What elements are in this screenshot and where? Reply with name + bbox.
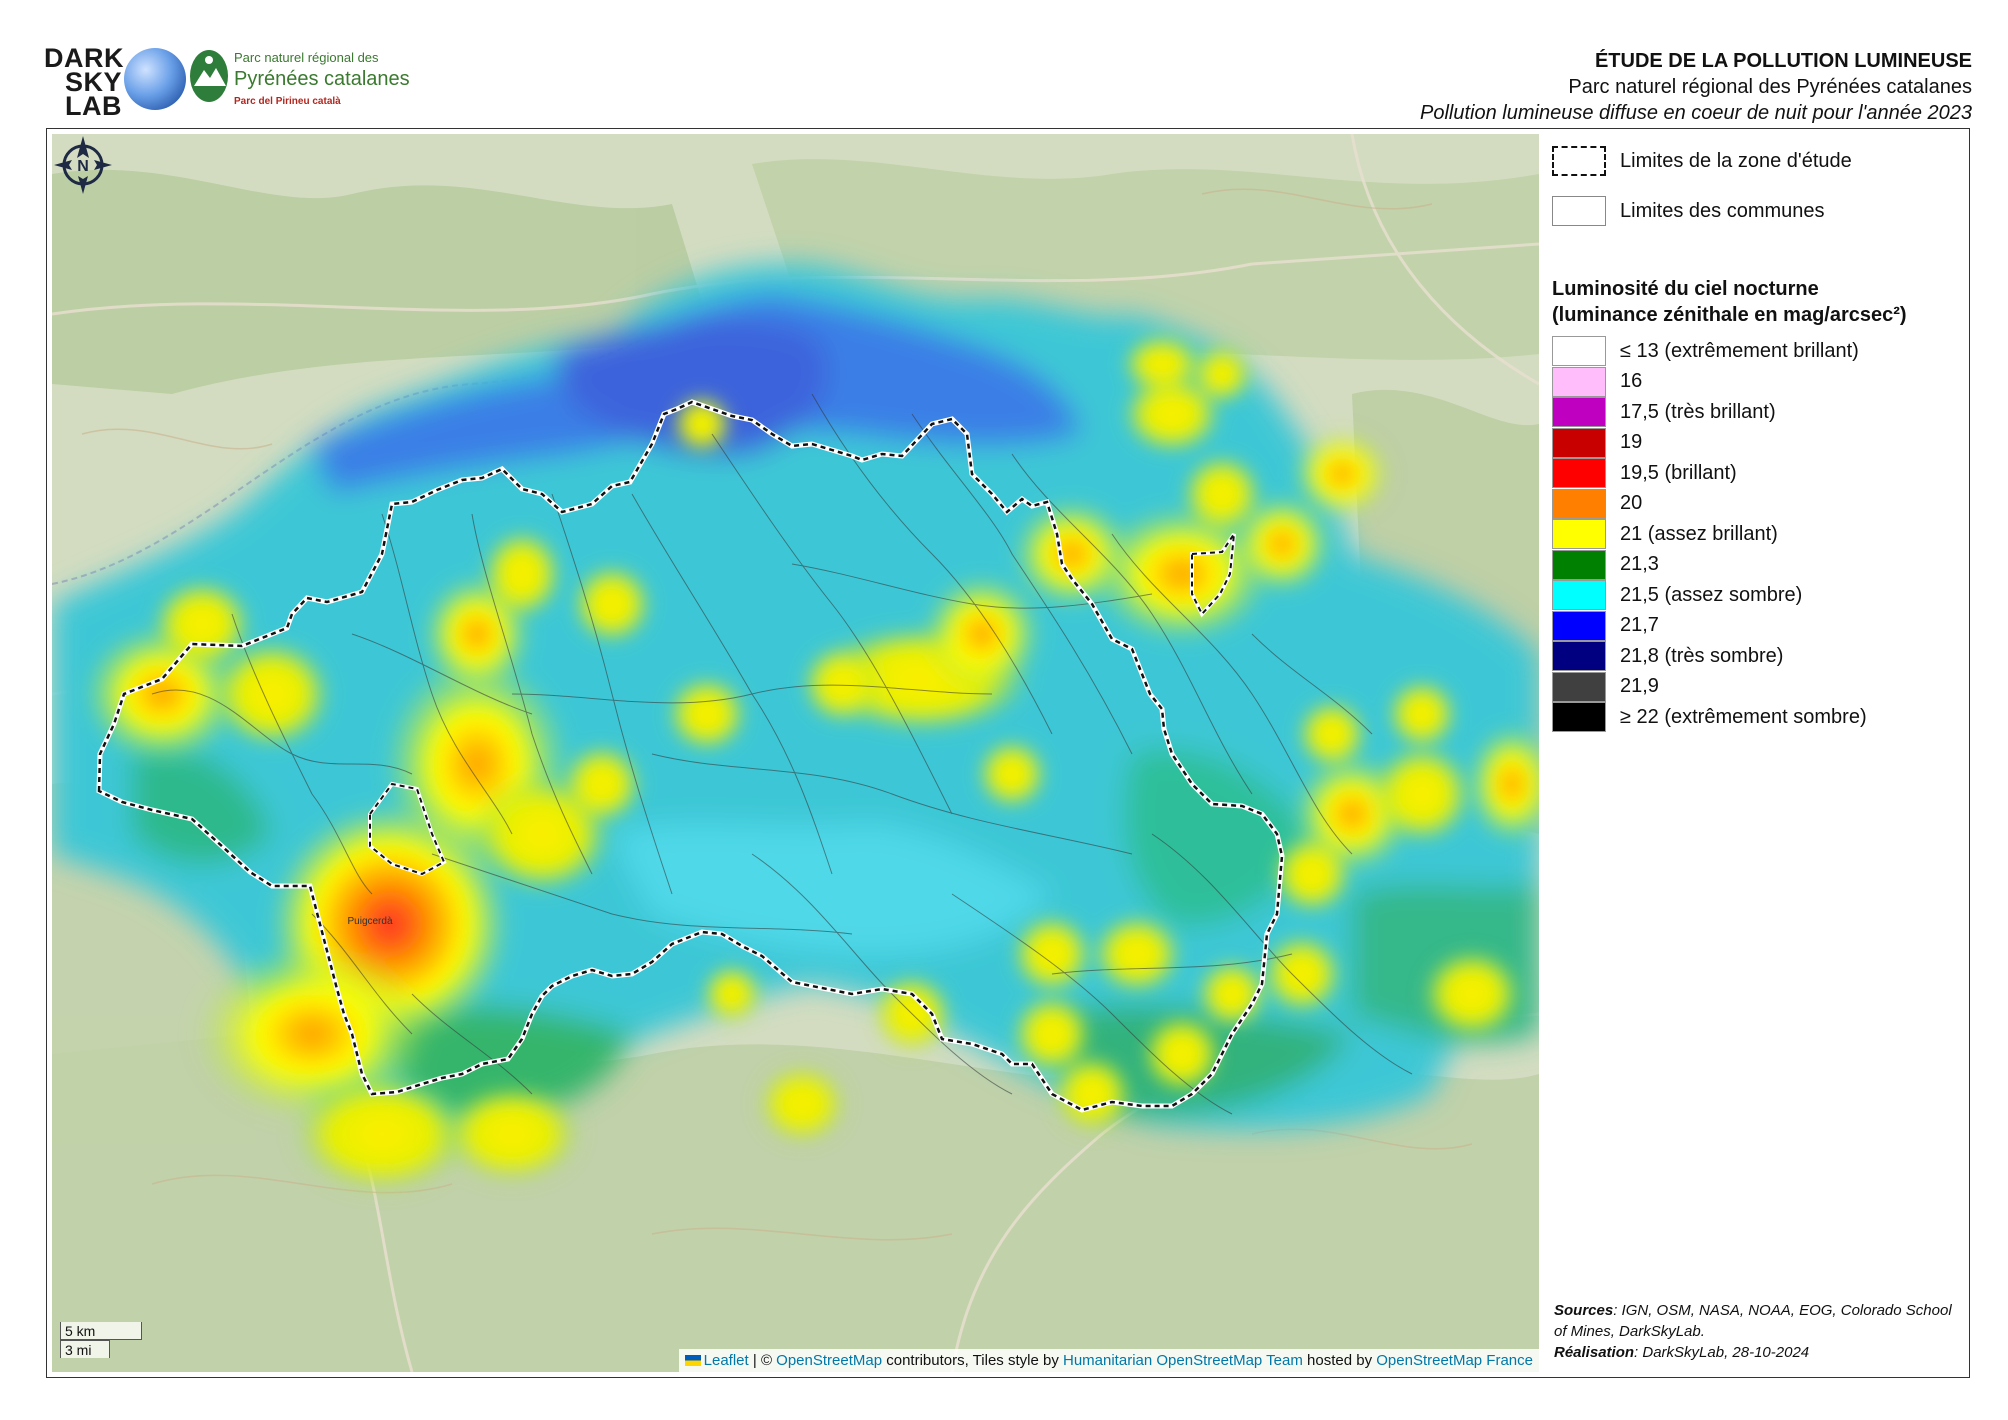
legend-class-label: 19 [1620,431,1643,453]
scale-km: 5 km [60,1322,142,1340]
legend-class-item: 21,7 [1552,610,1659,641]
legend-class-label: 21,5 (assez sombre) [1620,583,1803,606]
ukraine-flag-icon [684,1355,701,1366]
sources-credits: Sources: IGN, OSM, NASA, NOAA, EOG, Colo… [1554,1302,1952,1361]
legend-title: Luminosité du ciel nocturne (luminance z… [1552,278,1907,326]
map-view[interactable]: Puigcerdà N 5 km 3 mi Leaflet | © OpenSt… [52,134,1539,1372]
park-name-line2: Pyrénées catalanes [234,68,410,90]
legend-class-label: 21,7 [1620,614,1659,636]
legend-class-item: 16 [1552,366,1643,397]
color-swatch [1552,397,1606,427]
page-subtitle: Parc naturel régional des Pyrénées catal… [1568,76,1972,98]
page-title: ÉTUDE DE LA POLLUTION LUMINEUSE [1594,50,1972,72]
color-swatch [1552,427,1606,458]
color-swatch [1552,366,1606,397]
darkskylab-logo: DARK SKY LAB [44,44,186,124]
map-canvas[interactable]: Puigcerdà [52,134,1539,1372]
legend-class-label: 16 [1620,370,1643,392]
legend-class-item: 20 [1552,488,1643,519]
park-logo: Parc naturel régional des Pyrénées catal… [186,46,410,116]
dashed-line-icon [1552,146,1606,176]
legend-class-item: 21,8 (très sombre) [1552,641,1783,671]
color-swatch [1552,580,1606,610]
legend-class-item: 17,5 (très brillant) [1552,397,1776,427]
park-emblem-icon [190,50,228,102]
scale-bar: 5 km 3 mi [60,1322,142,1358]
legend-class-item: 19,5 (brillant) [1552,458,1737,488]
color-swatch [1552,610,1606,641]
title-block: ÉTUDE DE LA POLLUTION LUMINEUSE Parc nat… [1420,48,1972,126]
place-label: Puigcerdà [347,916,392,927]
globe-icon [124,48,186,110]
park-name-line3: Parc del Pirineu català [234,96,341,107]
legend-class-item: 21,9 [1552,671,1659,702]
park-name-line1: Parc naturel régional des [234,50,379,65]
color-swatch [1552,336,1606,366]
legend-class-item: 21 (assez brillant) [1552,519,1778,549]
map-attribution: Leaflet | © OpenStreetMap contributors, … [678,1349,1539,1372]
color-swatch [1552,488,1606,519]
legend-class-label: 20 [1620,492,1643,514]
legend-class-label: 17,5 (très brillant) [1620,400,1776,423]
north-arrow-icon: N [54,136,112,194]
leaflet-link[interactable]: Leaflet [704,1352,749,1369]
scale-mi: 3 mi [60,1340,110,1358]
osmfr-link[interactable]: OpenStreetMap France [1376,1352,1533,1369]
legend-class-label: 21 (assez brillant) [1620,522,1778,545]
legend-class-item: 21,3 [1552,549,1659,580]
hot-link[interactable]: Humanitarian OpenStreetMap Team [1063,1352,1303,1369]
color-swatch [1552,702,1606,732]
legend-class-item: ≥ 22 (extrêmement sombre) [1552,702,1867,732]
color-swatch [1552,671,1606,702]
color-swatch [1552,641,1606,671]
color-swatch [1552,519,1606,549]
legend-study-boundary: Limites de la zone d'étude [1552,146,1852,176]
page-caption: Pollution lumineuse diffuse en coeur de … [1420,102,1972,124]
legend-class-item: 21,5 (assez sombre) [1552,580,1802,610]
legend-class-label: 21,3 [1620,553,1659,575]
solid-line-icon [1552,196,1606,226]
legend-class-item: 19 [1552,427,1643,458]
color-swatch [1552,549,1606,580]
legend-class-label: 21,8 (très sombre) [1620,644,1784,667]
logo-word-3: LAB [65,91,122,121]
legend-class-label: 21,9 [1620,675,1659,697]
color-swatch [1552,458,1606,488]
svg-text:N: N [77,158,89,175]
legend-class-label: 19,5 (brillant) [1620,461,1737,484]
legend-class-label: ≤ 13 (extrêmement brillant) [1620,339,1859,362]
osm-link[interactable]: OpenStreetMap [776,1352,882,1369]
legend-class-label: ≥ 22 (extrêmement sombre) [1620,705,1867,728]
legend-class-item: ≤ 13 (extrêmement brillant) [1552,336,1859,366]
legend-commune-boundary: Limites des communes [1552,196,1825,226]
